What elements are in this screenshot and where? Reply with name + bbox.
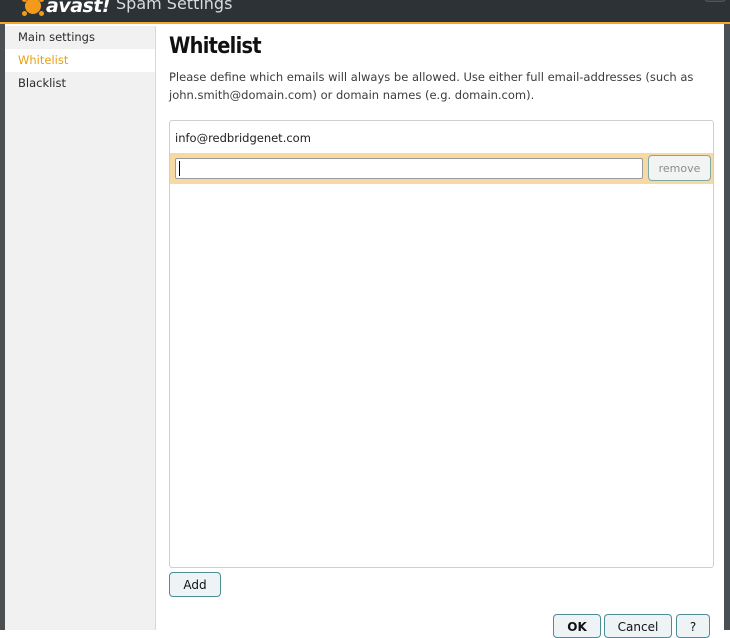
list-item-edit-row: remove — [170, 153, 713, 184]
avast-logo-icon — [22, 0, 44, 17]
cancel-button[interactable]: Cancel — [604, 614, 672, 638]
sidebar-item-blacklist[interactable]: Blacklist — [5, 72, 155, 95]
main-panel: Whitelist Please define which emails wil… — [157, 26, 724, 638]
sidebar-item-main-settings[interactable]: Main settings — [5, 26, 155, 49]
logo-text: avast! — [46, 0, 111, 17]
page-title: Whitelist — [169, 34, 262, 59]
avast-logo: avast! — [22, 0, 111, 18]
help-button[interactable]: ? — [676, 614, 710, 638]
window-title: Spam Settings — [116, 0, 233, 13]
page-description: Please define which emails will always b… — [169, 70, 694, 102]
text-caret — [179, 161, 180, 176]
sidebar-item-whitelist[interactable]: Whitelist — [5, 49, 155, 72]
ok-button[interactable]: OK — [553, 614, 601, 638]
remove-button[interactable]: remove — [648, 155, 711, 181]
window-right-edge — [724, 24, 730, 630]
window-close-button[interactable] — [704, 0, 726, 2]
settings-sidebar: Main settings Whitelist Blacklist — [5, 26, 156, 630]
new-entry-input[interactable] — [175, 158, 643, 179]
whitelist-list: info@redbridgenet.com remove — [169, 120, 714, 568]
title-bar: avast! Spam Settings — [0, 0, 730, 24]
add-button[interactable]: Add — [169, 572, 221, 597]
list-item[interactable]: info@redbridgenet.com — [170, 121, 713, 153]
